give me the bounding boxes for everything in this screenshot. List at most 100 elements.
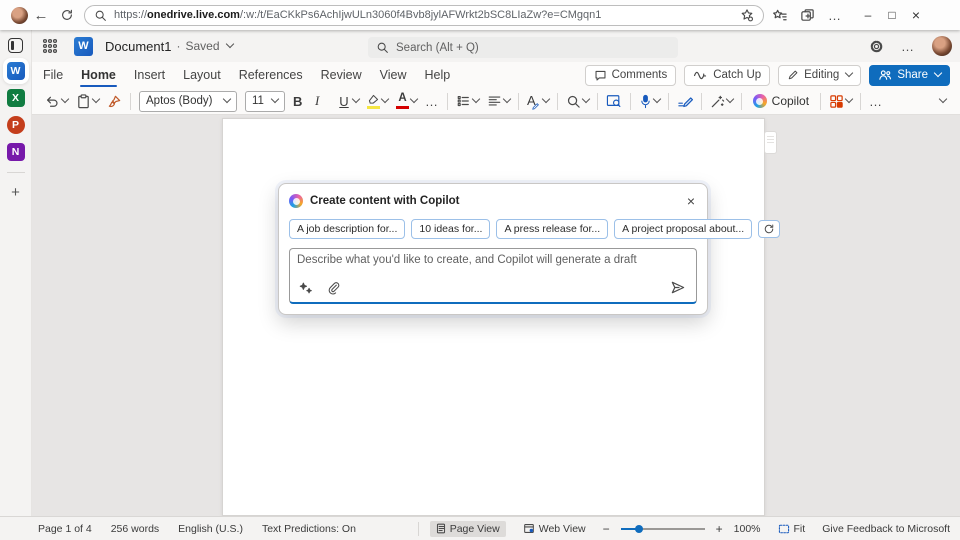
font-name-select[interactable]: Aptos (Body) <box>139 91 237 112</box>
fit-button[interactable]: Fit <box>772 521 812 537</box>
underline-button[interactable]: U <box>337 94 359 109</box>
m365-app-icon[interactable] <box>8 38 23 53</box>
styles-icon: A <box>527 92 536 110</box>
sidebar-item-powerpoint[interactable]: P <box>7 116 25 134</box>
language-selector[interactable]: English (U.S.) <box>178 523 243 535</box>
editing-mode-button[interactable]: Editing <box>778 65 861 86</box>
undo-button[interactable] <box>44 94 68 109</box>
format-painter-button[interactable] <box>107 94 122 109</box>
browser-profile-avatar[interactable] <box>11 7 28 24</box>
window-maximize-button[interactable]: □ <box>880 8 904 22</box>
zoom-level[interactable]: 100% <box>734 523 761 535</box>
sparkle-icon[interactable] <box>299 281 313 295</box>
tab-home[interactable]: Home <box>72 62 125 88</box>
zoom-out-button[interactable]: − <box>603 522 610 536</box>
copilot-button[interactable]: Copilot <box>750 94 812 108</box>
window-minimize-button[interactable]: – <box>856 8 880 22</box>
sidebar-item-excel[interactable]: X <box>7 89 25 107</box>
prompt-chip-ideas[interactable]: 10 ideas for... <box>411 219 490 239</box>
browser-menu-button[interactable]: … <box>828 8 842 23</box>
bullet-list-icon <box>456 94 471 108</box>
copilot-dialog-title: Create content with Copilot <box>310 195 678 207</box>
auto-format-button[interactable] <box>710 94 733 109</box>
align-button[interactable] <box>487 94 510 108</box>
sidebar-item-word[interactable]: W <box>7 62 25 80</box>
url-path: /:w:/t/EaCKkPs6AchIjwULn3060f4Bvb8jylAFW… <box>240 9 601 21</box>
tab-layout[interactable]: Layout <box>174 62 230 88</box>
bold-button[interactable]: B <box>293 94 307 109</box>
word-count[interactable]: 256 words <box>111 523 159 535</box>
toolbar-more-button[interactable]: … <box>869 94 883 109</box>
zoom-slider-thumb[interactable] <box>635 525 643 533</box>
page-count[interactable]: Page 1 of 4 <box>38 523 92 535</box>
settings-gear-icon[interactable] <box>869 39 884 54</box>
editor-button[interactable] <box>677 94 693 108</box>
browser-toolbar: ← https://onedrive.live.com/:w:/t/EaCKkP… <box>0 0 960 30</box>
tab-insert[interactable]: Insert <box>125 62 174 88</box>
app-search-box[interactable] <box>368 37 678 58</box>
excel-letter: X <box>12 92 19 104</box>
refresh-suggestions-button[interactable] <box>758 220 780 238</box>
search-input[interactable] <box>396 42 636 54</box>
comments-button[interactable]: Comments <box>585 65 677 86</box>
chevron-down-icon <box>939 95 947 103</box>
text-predictions-toggle[interactable]: Text Predictions: On <box>262 523 356 535</box>
header-more-button[interactable]: … <box>901 39 915 54</box>
favorites-icon[interactable] <box>772 8 787 23</box>
tab-file[interactable]: File <box>34 62 72 88</box>
page-view-label: Page View <box>450 523 500 535</box>
zoom-in-button[interactable]: + <box>716 522 723 536</box>
bookmark-star-icon[interactable] <box>740 8 754 22</box>
zoom-slider[interactable] <box>621 523 705 535</box>
copilot-prompt-input[interactable] <box>297 254 687 278</box>
page-view-icon <box>436 523 446 534</box>
web-view-button[interactable]: Web View <box>517 521 592 537</box>
designer-button[interactable] <box>829 94 852 109</box>
address-bar[interactable]: https://onedrive.live.com/:w:/t/EaCKkPs6… <box>84 5 764 26</box>
fit-label: Fit <box>794 523 806 535</box>
reading-view-button[interactable] <box>606 94 622 108</box>
feedback-link[interactable]: Give Feedback to Microsoft <box>822 523 950 535</box>
sidebar-add-app-button[interactable]: + <box>11 184 20 201</box>
document-page[interactable] <box>222 118 765 516</box>
paste-button[interactable] <box>76 94 99 109</box>
styles-button[interactable]: A <box>527 92 549 110</box>
find-button[interactable] <box>566 94 589 109</box>
italic-button[interactable]: I <box>315 93 329 109</box>
attach-paperclip-icon[interactable] <box>327 281 340 295</box>
more-font-options-button[interactable]: … <box>425 94 439 109</box>
tab-insert-label: Insert <box>134 68 165 82</box>
page-view-button[interactable]: Page View <box>430 521 506 537</box>
send-icon[interactable] <box>670 280 686 295</box>
prompt-chip-press-release[interactable]: A press release for... <box>496 219 608 239</box>
font-size-select[interactable]: 11 <box>245 91 285 112</box>
chevron-down-icon <box>410 95 418 103</box>
copilot-prompt-box[interactable] <box>289 248 697 304</box>
sidebar-item-onenote[interactable]: N <box>7 143 25 161</box>
tab-help[interactable]: Help <box>416 62 460 88</box>
document-canvas: Create content with Copilot × A job desc… <box>32 115 960 516</box>
app-launcher-icon[interactable] <box>42 38 58 54</box>
document-title-group[interactable]: Document1 · Saved <box>105 39 233 54</box>
share-button[interactable]: Share <box>869 65 950 86</box>
account-avatar[interactable] <box>932 36 952 56</box>
collections-icon[interactable] <box>800 8 815 23</box>
dictate-button[interactable] <box>639 94 660 109</box>
collapse-ribbon-button[interactable] <box>938 100 946 102</box>
comment-anchor-card[interactable] <box>764 131 777 154</box>
tab-references[interactable]: References <box>230 62 312 88</box>
browser-back-button[interactable]: ← <box>28 2 54 28</box>
chevron-down-icon <box>934 69 942 77</box>
tab-view[interactable]: View <box>371 62 416 88</box>
document-title[interactable]: Document1 <box>105 39 171 54</box>
bullet-list-button[interactable] <box>456 94 479 108</box>
close-icon[interactable]: × <box>685 193 697 209</box>
highlight-button[interactable] <box>367 94 388 109</box>
tab-review[interactable]: Review <box>312 62 371 88</box>
font-color-button[interactable]: A <box>396 93 417 109</box>
prompt-chip-project-proposal[interactable]: A project proposal about... <box>614 219 752 239</box>
prompt-chip-job-description[interactable]: A job description for... <box>289 219 405 239</box>
browser-refresh-button[interactable] <box>54 2 80 28</box>
catch-up-button[interactable]: Catch Up <box>684 65 770 86</box>
window-close-button[interactable]: × <box>904 7 928 23</box>
